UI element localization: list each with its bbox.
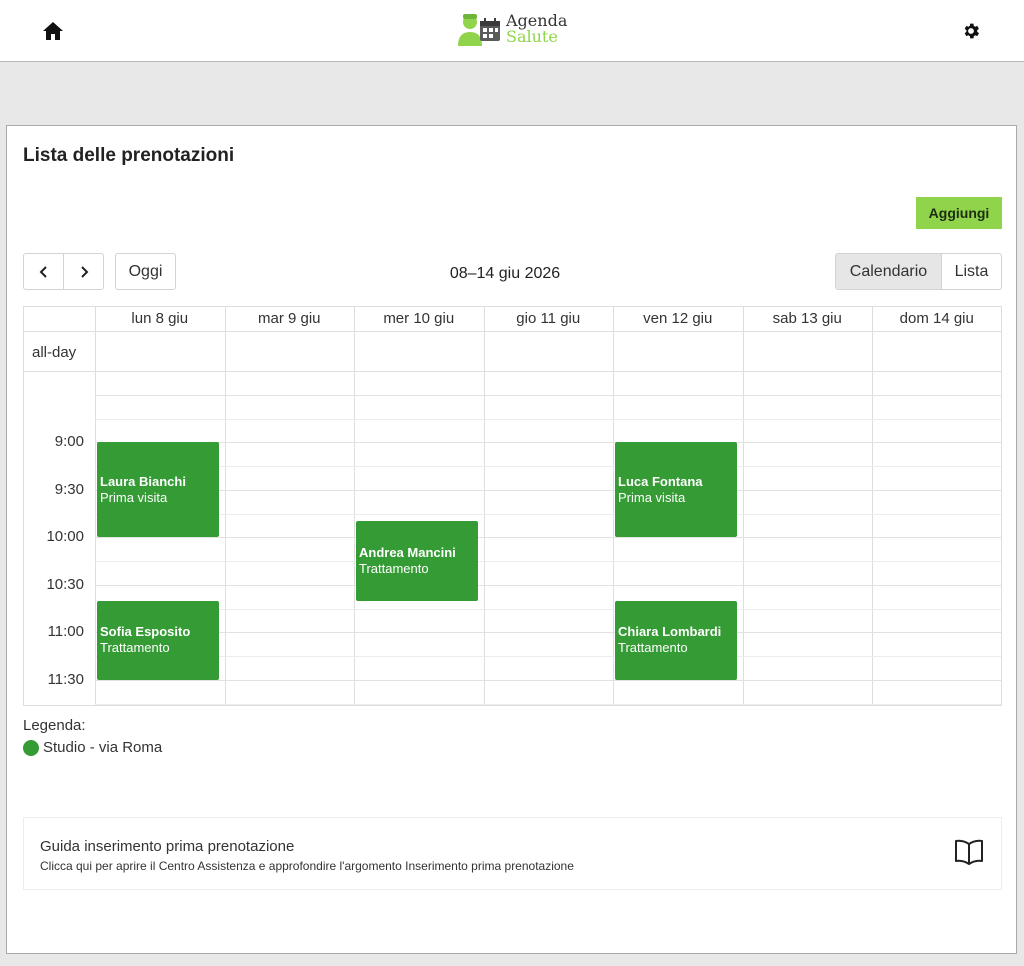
- time-slot-line: [95, 466, 1001, 467]
- time-slot-line: [95, 632, 1001, 634]
- day-column-divider: [354, 307, 355, 705]
- allday-label: all-day: [32, 344, 77, 361]
- home-button[interactable]: [38, 17, 68, 45]
- day-header: gio 11 giu: [516, 310, 581, 327]
- prev-week-button[interactable]: [24, 254, 63, 289]
- time-label: 11:30: [47, 670, 84, 688]
- day-column-divider: [872, 307, 873, 705]
- page-title: Lista delle prenotazioni: [23, 145, 235, 166]
- time-label: 9:00: [54, 433, 84, 451]
- view-list-button[interactable]: Lista: [942, 254, 1001, 289]
- add-booking-button[interactable]: Aggiungi: [916, 197, 1002, 229]
- day-header: dom 14 giu: [899, 310, 974, 327]
- event-type: Prima visita: [100, 489, 168, 505]
- event-patient-name: Laura Bianchi: [100, 473, 186, 489]
- header-divider: [24, 331, 1001, 332]
- booking-event[interactable]: Andrea Mancini Trattamento: [356, 521, 478, 601]
- legend-label: Studio - via Roma: [43, 739, 163, 756]
- time-slot-line: [95, 489, 1001, 491]
- allday-divider: [24, 371, 1001, 372]
- time-slot-line: [95, 584, 1001, 586]
- chevron-left-icon: [39, 265, 47, 278]
- booking-event[interactable]: Laura Bianchi Prima visita: [97, 442, 219, 538]
- legend-color-dot: [23, 739, 39, 756]
- time-label: 9:30: [54, 480, 84, 498]
- legend-title: Legenda:: [23, 717, 86, 734]
- gear-icon: [964, 23, 979, 39]
- event-type: Trattamento: [359, 560, 429, 576]
- top-bar: Agenda Salute: [0, 0, 1024, 62]
- legend-item: Studio - via Roma: [23, 739, 162, 756]
- time-slot-line: [95, 418, 1001, 420]
- time-label: 10:30: [46, 575, 84, 593]
- event-patient-name: Chiara Lombardi: [618, 624, 722, 640]
- time-slot-line: [95, 442, 1001, 444]
- date-range-title: 08–14 giu 2026: [449, 265, 561, 282]
- logo-word-salute: Salute: [506, 27, 558, 46]
- booking-event[interactable]: Luca Fontana Prima visita: [615, 442, 737, 538]
- booking-event[interactable]: Sofia Esposito Trattamento: [97, 600, 219, 680]
- event-patient-name: Luca Fontana: [618, 473, 703, 489]
- chevron-right-icon: [80, 265, 88, 278]
- day-header: mar 9 giu: [257, 310, 321, 327]
- help-description: Clicca qui per aprire il Centro Assisten…: [40, 859, 574, 873]
- day-header: sab 13 giu: [772, 310, 842, 327]
- day-column-divider: [483, 307, 485, 705]
- help-guide-card[interactable]: Guida inserimento prima prenotazione Cli…: [23, 817, 1002, 890]
- view-calendar-button[interactable]: Calendario: [836, 254, 942, 289]
- time-slot-line: [95, 703, 1001, 705]
- time-slot-line: [95, 679, 1001, 681]
- time-slot-line: [95, 656, 1001, 657]
- home-icon: [43, 22, 63, 40]
- help-title: Guida inserimento prima prenotazione: [40, 838, 295, 855]
- event-patient-name: Sofia Esposito: [100, 624, 191, 640]
- time-slot-line: [95, 513, 1001, 515]
- week-calendar: all-day lun 8 giu mar 9 giu mer 10 giu gio …: [23, 306, 1002, 706]
- day-header: lun 8 giu: [131, 310, 189, 327]
- day-header: ven 12 giu: [643, 310, 713, 327]
- day-column-divider: [224, 307, 226, 705]
- event-type: Prima visita: [618, 489, 686, 505]
- time-slot-line: [95, 394, 1001, 396]
- day-column-divider: [742, 307, 744, 705]
- calendar-nav: [23, 253, 104, 290]
- app-logo[interactable]: Agenda Salute: [456, 11, 567, 47]
- event-type: Trattamento: [100, 640, 170, 656]
- time-slot-line: [95, 608, 1001, 610]
- view-switcher: Calendario Lista: [835, 253, 1002, 290]
- bookings-panel: Lista delle prenotazioni Aggiungi Oggi 0…: [6, 125, 1017, 954]
- event-type: Trattamento: [618, 640, 688, 656]
- day-column-divider: [613, 307, 614, 705]
- time-label: 10:00: [46, 528, 84, 546]
- day-column-divider: [95, 307, 96, 705]
- time-slot-line: [95, 561, 1001, 562]
- event-patient-name: Andrea Mancini: [359, 544, 456, 560]
- time-slot-line: [95, 537, 1001, 539]
- day-header: mer 10 giu: [383, 310, 455, 327]
- time-label: 11:00: [47, 623, 84, 641]
- settings-button[interactable]: [956, 16, 986, 46]
- book-icon: [955, 839, 983, 865]
- next-week-button[interactable]: [63, 254, 103, 289]
- today-button[interactable]: Oggi: [115, 253, 176, 290]
- booking-event[interactable]: Chiara Lombardi Trattamento: [615, 600, 737, 680]
- doctor-calendar-icon: [458, 14, 500, 46]
